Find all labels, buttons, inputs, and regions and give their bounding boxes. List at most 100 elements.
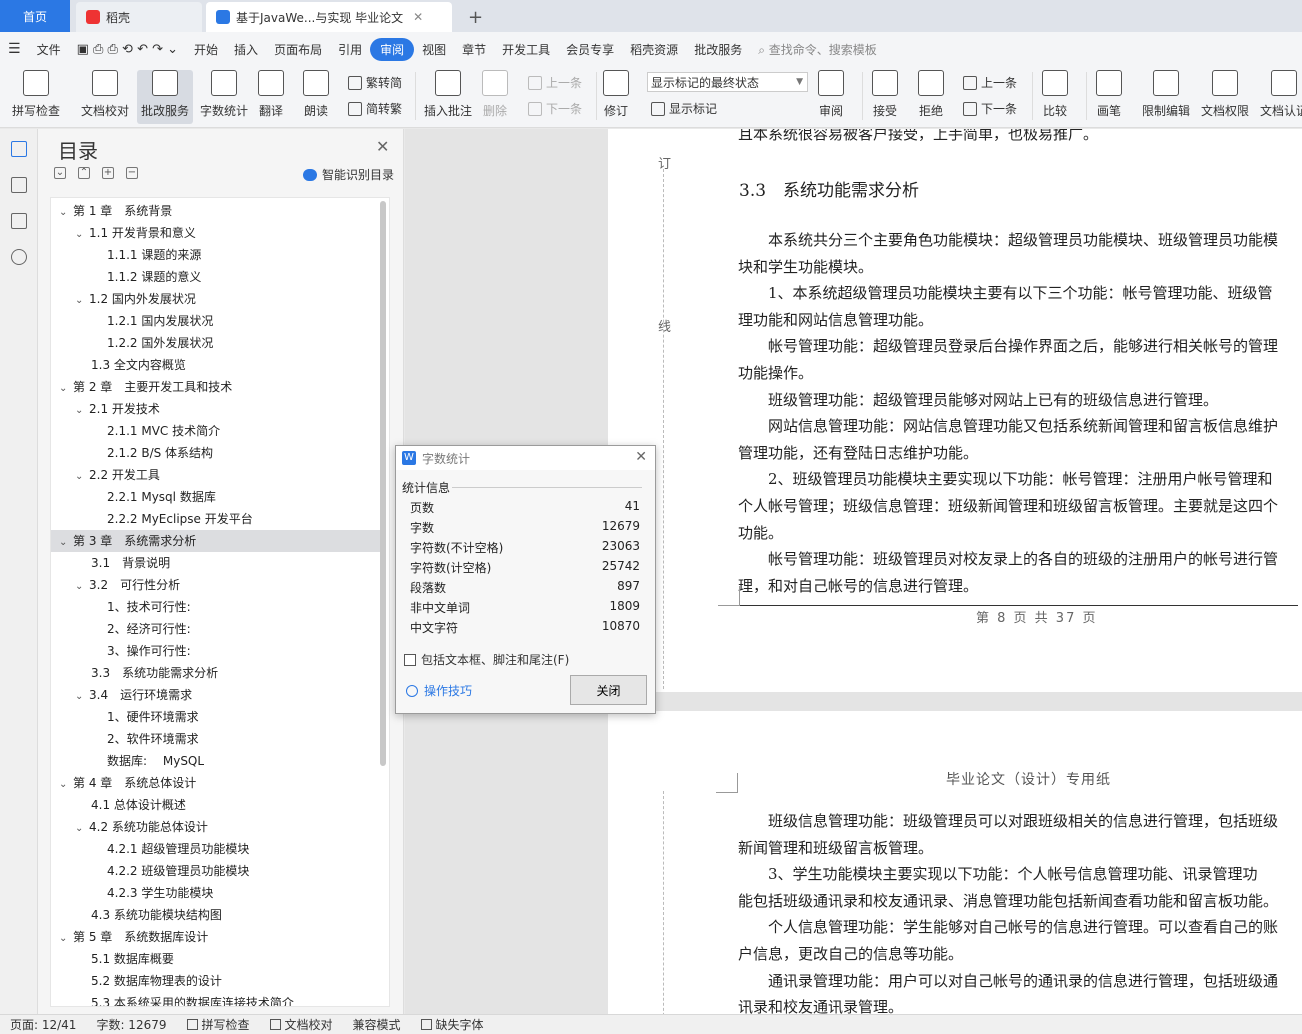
simp-to-trad-button[interactable]: 简转繁 xyxy=(348,100,402,117)
toc-item[interactable]: 4.2.3 学生功能模块 xyxy=(51,882,381,904)
toc-item[interactable]: 2.1.1 MVC 技术简介 xyxy=(51,420,381,442)
chevron-down-icon[interactable]: ⌄ xyxy=(75,686,89,708)
toc-icon[interactable] xyxy=(11,141,27,157)
chevron-down-icon[interactable]: ⌄ xyxy=(75,400,89,422)
toc-item[interactable]: 4.1 总体设计概述 xyxy=(51,794,381,816)
read-aloud-button[interactable]: 朗读 xyxy=(303,70,329,119)
toc-item[interactable]: ⌄ 4.2 系统功能总体设计 xyxy=(51,816,381,838)
track-changes-button[interactable]: 修订 xyxy=(603,70,629,119)
bookmark-icon[interactable] xyxy=(11,213,27,229)
chevron-down-icon[interactable]: ⌄ xyxy=(59,532,73,554)
tab-home[interactable]: 首页 xyxy=(0,0,70,32)
menu-member[interactable]: 会员专享 xyxy=(558,41,622,58)
chevron-down-icon[interactable]: ⌄ xyxy=(59,928,73,950)
prev-change-button[interactable]: 上一条 xyxy=(963,74,1017,91)
hamburger-icon[interactable]: ☰ xyxy=(0,41,29,57)
toc-item[interactable]: ⌄ 1.1 开发背景和意义 xyxy=(51,222,381,244)
menu-layout[interactable]: 页面布局 xyxy=(266,41,330,58)
toc-item[interactable]: 5.1 数据库概要 xyxy=(51,948,381,970)
menu-chapter[interactable]: 章节 xyxy=(454,41,494,58)
toc-item[interactable]: 1.3 全文内容概览 xyxy=(51,354,381,376)
add-level-icon[interactable]: + xyxy=(102,167,114,179)
toc-item[interactable]: 1.2.2 国外发展状况 xyxy=(51,332,381,354)
review-service-button[interactable]: 批改服务 xyxy=(137,70,194,124)
toc-item[interactable]: 2.1.2 B/S 体系结构 xyxy=(51,442,381,464)
insert-comment-button[interactable]: 插入批注 xyxy=(424,70,472,119)
trad-to-simp-button[interactable]: 繁转简 xyxy=(348,74,402,91)
search-icon[interactable] xyxy=(11,249,27,265)
document-page[interactable]: 订 线 且本系统很容易被客户接受，上手简单，也极易推广。 3.3 系统功能需求分… xyxy=(608,129,1302,692)
toc-item[interactable]: ⌄ 3.4 运行环境需求 xyxy=(51,684,381,706)
page-indicator[interactable]: 页面: 12/41 xyxy=(0,1016,86,1033)
chevron-down-icon[interactable]: ⌄ xyxy=(59,774,73,796)
collapse-all-icon[interactable]: ⌄ xyxy=(54,167,66,179)
toc-item[interactable]: ⌄ 第 1 章 系统背景 xyxy=(51,200,381,222)
new-tab-button[interactable]: + xyxy=(458,2,493,32)
doc-permission-button[interactable]: 文档权限 xyxy=(1201,70,1249,119)
word-count-indicator[interactable]: 字数: 12679 xyxy=(86,1016,176,1033)
word-count-button[interactable]: 字数统计 xyxy=(200,70,248,119)
command-search[interactable]: ⌕ 查找命令、搜索模板 xyxy=(750,41,885,58)
navigation-icon[interactable] xyxy=(11,177,27,193)
toc-item[interactable]: 1.1.2 课题的意义 xyxy=(51,266,381,288)
close-icon[interactable]: ✕ xyxy=(376,137,389,156)
menu-review[interactable]: 审阅 xyxy=(370,37,415,61)
toc-item[interactable]: 4.2.1 超级管理员功能模块 xyxy=(51,838,381,860)
toc-item[interactable]: ⌄ 第 4 章 系统总体设计 xyxy=(51,772,381,794)
tips-link[interactable]: 操作技巧 xyxy=(406,682,472,699)
toc-item[interactable]: ⌄ 1.2 国内外发展状况 xyxy=(51,288,381,310)
menu-insert[interactable]: 插入 xyxy=(226,41,266,58)
next-change-button[interactable]: 下一条 xyxy=(963,100,1017,117)
toc-item[interactable]: 3、操作可行性: xyxy=(51,640,381,662)
toc-item[interactable]: 1、硬件环境需求 xyxy=(51,706,381,728)
toc-item[interactable]: 4.2.2 班级管理员功能模块 xyxy=(51,860,381,882)
doc-check-button[interactable]: 文档校对 xyxy=(81,70,129,119)
pen-button[interactable]: 画笔 xyxy=(1096,70,1122,119)
toc-item[interactable]: 4.3 系统功能模块结构图 xyxy=(51,904,381,926)
next-comment-button[interactable]: 下一条 xyxy=(528,100,582,117)
restrict-edit-button[interactable]: 限制编辑 xyxy=(1142,70,1190,119)
toc-item[interactable]: ⌄ 第 3 章 系统需求分析 xyxy=(51,530,381,552)
doc-auth-button[interactable]: 文档认证 xyxy=(1260,70,1302,119)
close-tab-icon[interactable]: ✕ xyxy=(413,10,423,24)
toc-item[interactable]: 2.2.2 MyEclipse 开发平台 xyxy=(51,508,381,530)
toc-item[interactable]: 5.2 数据库物理表的设计 xyxy=(51,970,381,992)
menu-reference[interactable]: 引用 xyxy=(330,41,370,58)
missing-font-status[interactable]: 缺失字体 xyxy=(411,1016,494,1033)
markup-state-select[interactable]: 显示标记的最终状态 ▼ xyxy=(647,72,808,92)
document-page[interactable]: 毕业论文（设计）专用纸 班级信息管理功能：班级管理员可以对跟班级相关的信息进行管… xyxy=(608,711,1302,1014)
toc-item[interactable]: ⌄ 2.1 开发技术 xyxy=(51,398,381,420)
remove-level-icon[interactable]: − xyxy=(126,167,138,179)
toc-item[interactable]: 2、经济可行性: xyxy=(51,618,381,640)
toc-scrollbar[interactable] xyxy=(380,201,386,766)
chevron-down-icon[interactable]: ⌄ xyxy=(75,576,89,598)
dialog-titlebar[interactable]: W 字数统计 ✕ xyxy=(396,446,655,470)
tab-daoke[interactable]: 稻壳 xyxy=(76,2,202,32)
close-icon[interactable]: ✕ xyxy=(635,449,647,465)
spell-check-button[interactable]: 拼写检查 xyxy=(12,70,60,119)
toc-item[interactable]: 5.3 本系统采用的数据库连接技术简介 xyxy=(51,992,381,1006)
close-button[interactable]: 关闭 xyxy=(570,675,647,705)
tab-document[interactable]: 基于JavaWe...与实现 毕业论文 ✕ xyxy=(206,2,452,32)
chevron-down-icon[interactable]: ⌄ xyxy=(59,378,73,400)
menu-daoke-res[interactable]: 稻壳资源 xyxy=(622,41,686,58)
menu-start[interactable]: 开始 xyxy=(186,41,226,58)
toc-item[interactable]: ⌄ 3.2 可行性分析 xyxy=(51,574,381,596)
chevron-down-icon[interactable]: ⌄ xyxy=(75,466,89,488)
chevron-down-icon[interactable]: ⌄ xyxy=(75,818,89,840)
toc-item[interactable]: 2.2.1 Mysql 数据库 xyxy=(51,486,381,508)
spell-check-status[interactable]: 拼写检查 xyxy=(177,1016,260,1033)
compare-button[interactable]: 比较 xyxy=(1042,70,1068,119)
accept-button[interactable]: 接受 xyxy=(872,70,898,119)
prev-comment-button[interactable]: 上一条 xyxy=(528,74,582,91)
toc-item[interactable]: 1.2.1 国内发展状况 xyxy=(51,310,381,332)
doc-check-status[interactable]: 文档校对 xyxy=(260,1016,343,1033)
chevron-down-icon[interactable]: ⌄ xyxy=(59,202,73,224)
delete-comment-button[interactable]: 删除 xyxy=(482,70,508,119)
chevron-down-icon[interactable]: ⌄ xyxy=(75,224,89,246)
toc-item[interactable]: ⌄ 第 2 章 主要开发工具和技术 xyxy=(51,376,381,398)
show-markup-button[interactable]: 显示标记 xyxy=(651,100,717,117)
translate-button[interactable]: 翻译 xyxy=(258,70,284,119)
menu-view[interactable]: 视图 xyxy=(414,41,454,58)
reject-button[interactable]: 拒绝 xyxy=(918,70,944,119)
